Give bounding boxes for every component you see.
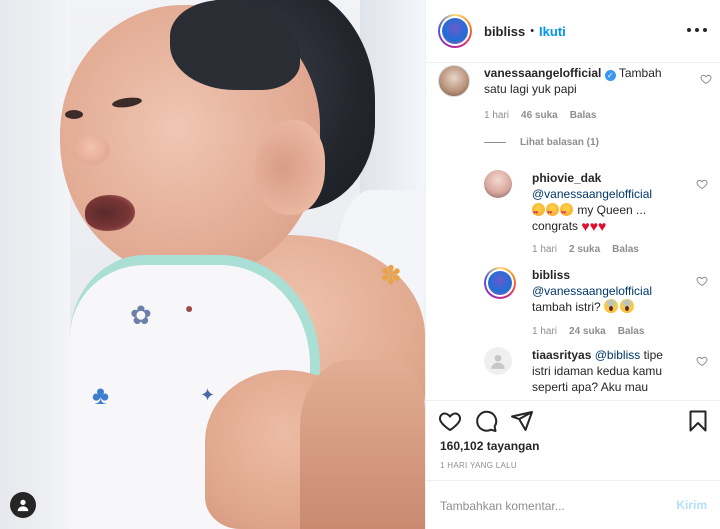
post-side-panel: bibliss • Ikuti vanessaangelofficial ✓ T… (425, 0, 720, 529)
commenter-username[interactable]: vanessaangelofficial (484, 66, 601, 80)
view-replies-label: Lihat balasan (1) (520, 137, 599, 148)
comment-item: vanessaangelofficial ✓ Tambah satu lagi … (438, 65, 712, 135)
mention-link[interactable]: @vanessaangelofficial (532, 187, 652, 201)
baby-nose (72, 135, 110, 165)
commenter-avatar[interactable] (484, 267, 516, 299)
bed-sheet (0, 0, 70, 529)
scream-emoji-icon (604, 299, 619, 313)
author-username[interactable]: bibliss (484, 24, 525, 39)
comment-meta: 1 hari 46 suka Balas (484, 110, 596, 121)
post-header: bibliss • Ikuti (426, 0, 720, 63)
separator: • (530, 25, 535, 37)
like-heart-icon[interactable] (438, 409, 462, 433)
cloth-print: ● (185, 300, 194, 316)
reply-item: bibliss @vanessaangelofficial tambah ist… (484, 267, 708, 347)
comment-text: seperti apa? Aku mau (532, 380, 649, 394)
comment-text: tambah istri? (532, 300, 601, 314)
follow-button[interactable]: Ikuti (539, 24, 566, 39)
post-actions: 160,102 tayangan 1 HARI YANG LALU (426, 400, 720, 490)
heart-eyes-emoji-icon (560, 203, 573, 221)
post-date[interactable]: 1 HARI YANG LALU (440, 461, 517, 470)
cloth-print: ✿ (130, 300, 152, 330)
commenter-username[interactable]: phiovie_dak (532, 171, 601, 185)
reply-item: phiovie_dak @vanessaangelofficial my Que… (484, 170, 708, 260)
like-comment-heart-icon[interactable] (696, 355, 708, 367)
cloth-print: ♣ (92, 380, 110, 410)
comment-likes[interactable]: 46 suka (521, 110, 558, 121)
reply-item: tiaasrityas @bibliss tipe istri idaman k… (484, 347, 708, 400)
commenter-avatar[interactable] (484, 347, 512, 375)
comment-time[interactable]: 1 hari (532, 244, 557, 255)
author-avatar[interactable] (438, 14, 472, 48)
view-replies-button[interactable]: Lihat balasan (1) (484, 137, 599, 148)
more-horizontal-icon[interactable] (687, 22, 707, 38)
like-comment-heart-icon[interactable] (696, 178, 708, 190)
verified-badge-icon: ✓ (604, 70, 616, 81)
mention-link[interactable]: @bibliss (595, 348, 641, 362)
cloth-print: ✦ (200, 385, 216, 405)
comment-time[interactable]: 1 hari (484, 110, 509, 121)
like-comment-heart-icon[interactable] (700, 73, 712, 85)
comment-likes[interactable]: 24 suka (569, 326, 606, 337)
baby-eye (65, 110, 83, 119)
comment-meta: 1 hari 24 suka Balas (532, 326, 644, 337)
view-count[interactable]: 160,102 tayangan (440, 439, 539, 453)
like-comment-heart-icon[interactable] (696, 275, 708, 287)
mention-link[interactable]: @vanessaangelofficial (532, 284, 652, 298)
commenter-avatar[interactable] (484, 170, 512, 198)
commenter-avatar[interactable] (438, 65, 470, 97)
comment-time[interactable]: 1 hari (532, 326, 557, 337)
comment-bubble-icon[interactable] (474, 409, 498, 433)
post-photo[interactable]: ✿ ♣ ● ✽ ✦ (0, 0, 425, 529)
comment-text: istri idaman kedua kamu (532, 364, 663, 378)
post-comment-button[interactable]: Kirim (676, 498, 707, 512)
heart-eyes-emoji-icon (532, 203, 545, 221)
comment-likes[interactable]: 2 suka (569, 244, 600, 255)
comments-list[interactable]: vanessaangelofficial ✓ Tambah satu lagi … (426, 63, 720, 400)
tagged-user-icon[interactable] (10, 492, 36, 518)
share-paper-plane-icon[interactable] (510, 409, 534, 433)
cloth-print: ✽ (380, 260, 402, 290)
reply-button[interactable]: Balas (570, 110, 597, 121)
commenter-username[interactable]: tiaasrityas (532, 348, 591, 362)
add-comment-bar: Kirim (426, 480, 720, 529)
adult-finger (300, 360, 425, 529)
commenter-username[interactable]: bibliss (532, 268, 570, 282)
comment-meta: 1 hari 2 suka Balas (532, 244, 639, 255)
scream-emoji-icon (620, 299, 635, 313)
reply-button[interactable]: Balas (612, 244, 639, 255)
reply-button[interactable]: Balas (618, 326, 645, 337)
comment-input[interactable] (440, 497, 660, 515)
red-heart-emoji-icon: ♥♥♥ (581, 218, 607, 234)
heart-eyes-emoji-icon (546, 203, 559, 221)
comment-text: tipe (643, 348, 663, 362)
save-bookmark-icon[interactable] (686, 409, 710, 433)
baby-ear (255, 120, 325, 215)
